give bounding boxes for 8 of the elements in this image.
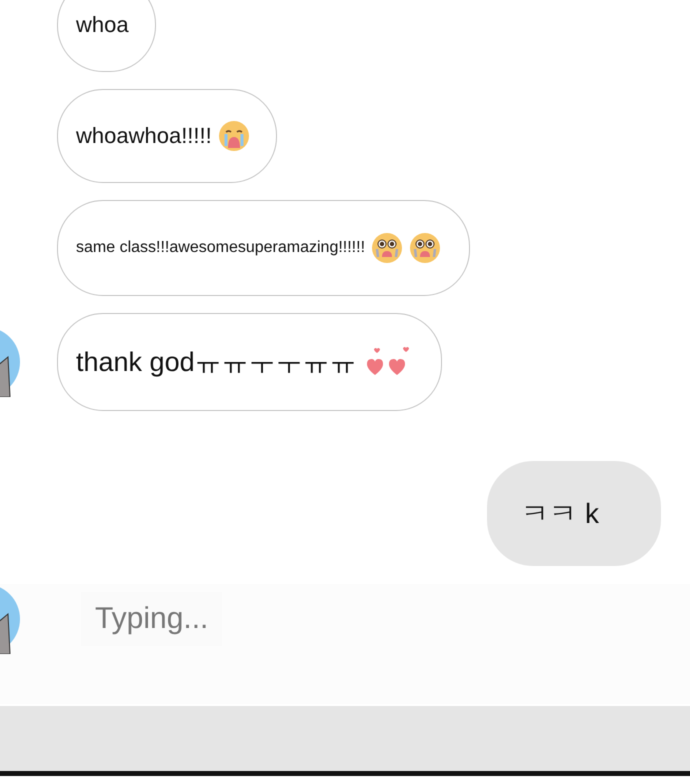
message-text: same class!!!awesomesuperamazing!!!!!! <box>76 239 366 257</box>
message-text: thank godㅠㅠㅜㅜㅠㅠ <box>76 346 357 379</box>
pleading-face-icon <box>409 232 442 264</box>
message-text: ㅋㅋ k <box>521 496 599 530</box>
message-text: whoawhoa!!!!! <box>76 123 212 149</box>
pleading-face-icon <box>371 232 404 264</box>
message-text: whoa <box>76 12 129 38</box>
crying-face-icon <box>218 120 250 152</box>
